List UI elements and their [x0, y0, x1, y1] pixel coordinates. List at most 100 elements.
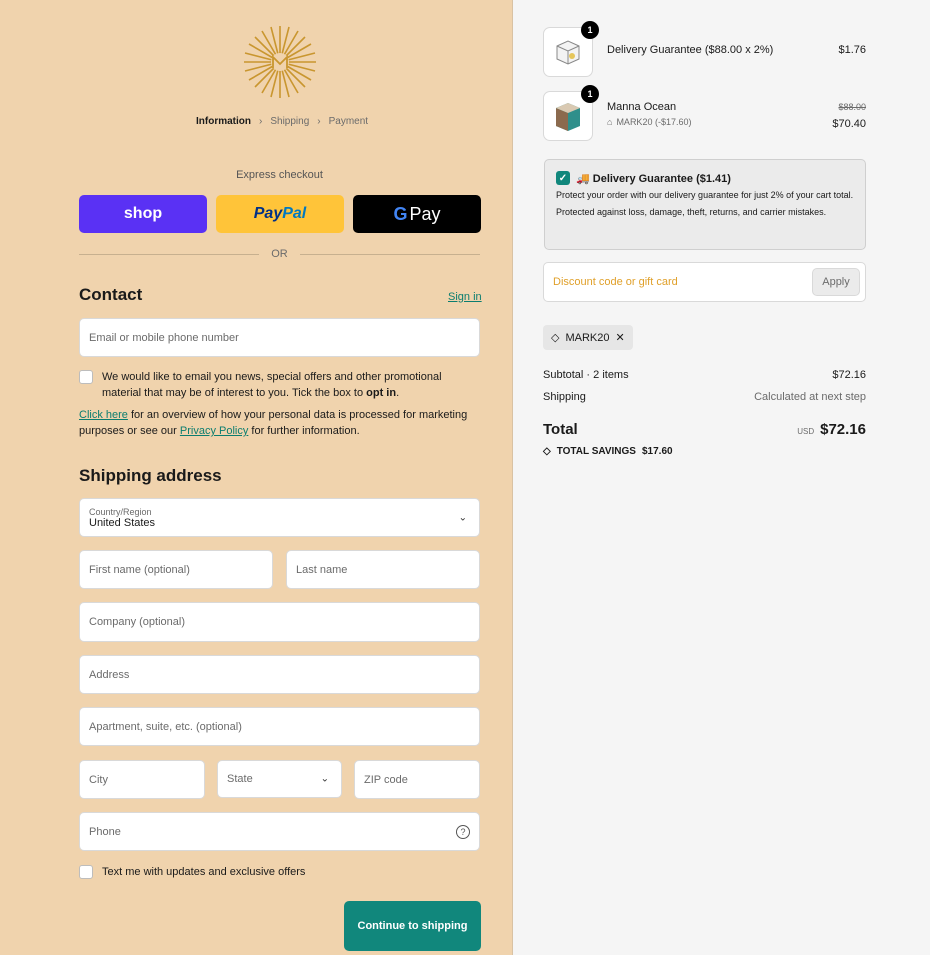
applied-code: MARK20 — [565, 331, 610, 344]
breadcrumb: Information › Shipping › Payment — [196, 116, 368, 127]
click-here-link[interactable]: Click here — [79, 409, 128, 421]
shipping-label: Shipping — [543, 391, 586, 403]
paypal-pay-label: Pay — [253, 205, 283, 222]
apartment-placeholder: Apartment, suite, etc. (optional) — [89, 720, 242, 733]
delivery-guarantee-box[interactable]: ✓ 🚚 Delivery Guarantee ($1.41) Protect y… — [544, 159, 866, 250]
paypal-pal-label: Pal — [282, 205, 307, 222]
country-value: United States — [89, 516, 156, 529]
divider-line — [299, 253, 480, 255]
item-name: Delivery Guarantee ($88.00 x 2%) — [607, 44, 774, 56]
shipping-address-title: Shipping address — [79, 466, 222, 485]
item-discount: ⌂ MARK20 (-$17.60) — [607, 117, 691, 127]
last-name-placeholder: Last name — [296, 563, 348, 576]
item-discount-text: MARK20 (-$17.60) — [616, 117, 692, 127]
state-placeholder: State — [227, 773, 253, 785]
email-placeholder: Email or mobile phone number — [89, 331, 239, 344]
product-box-icon — [556, 103, 580, 131]
package-icon — [556, 40, 580, 65]
product-thumbnail: 1 — [543, 21, 599, 77]
help-icon[interactable]: ? — [456, 824, 470, 839]
tag-icon: ◇ — [543, 446, 551, 457]
phone-field[interactable]: Phone ? — [79, 812, 480, 851]
chevron-right-icon: › — [317, 116, 321, 127]
contact-title: Contact — [79, 285, 143, 304]
subtotal-row: Subtotal · 2 items $72.16 — [543, 369, 866, 381]
close-icon[interactable]: ✕ — [616, 331, 625, 344]
country-select[interactable]: Country/Region United States ⌄ — [79, 498, 480, 537]
city-placeholder: City — [89, 773, 108, 786]
brand-logo — [244, 26, 316, 98]
chevron-down-icon: ⌄ — [320, 773, 329, 785]
continue-label: Continue to shipping — [357, 920, 468, 932]
item-price: $1.76 — [838, 44, 866, 56]
checkout-form-panel: Information › Shipping › Payment Express… — [0, 0, 513, 955]
breadcrumb-shipping: Shipping — [270, 116, 310, 127]
address-placeholder: Address — [89, 668, 130, 681]
phone-placeholder: Phone — [89, 825, 121, 838]
total-savings: ◇ TOTAL SAVINGS $17.60 — [543, 446, 673, 457]
city-field[interactable]: City — [79, 760, 205, 799]
total-value: $72.16 — [820, 421, 866, 438]
zip-field[interactable]: ZIP code — [354, 760, 480, 799]
quantity-badge: 1 — [581, 85, 599, 103]
subtotal-label: Subtotal · 2 items — [543, 369, 629, 381]
chevron-right-icon: › — [259, 116, 263, 127]
delivery-guarantee-text: Protect your order with our delivery gua… — [556, 190, 854, 217]
tag-icon: ⌂ — [607, 117, 613, 127]
apply-button[interactable]: Apply — [812, 268, 860, 296]
applied-code-chip: ◇ MARK20 ✕ — [543, 325, 633, 350]
breadcrumb-information[interactable]: Information — [196, 116, 251, 127]
total-row: Total USD $72.16 — [543, 421, 866, 439]
discount-code-field[interactable]: Discount code or gift card Apply — [543, 262, 866, 302]
chevron-down-icon: ⌄ — [458, 512, 467, 523]
total-amount: USD $72.16 — [797, 421, 866, 439]
privacy-info-text: Click here for an overview of how your p… — [79, 409, 468, 437]
google-pay-label: Pay — [409, 203, 441, 224]
company-placeholder: Company (optional) — [89, 616, 185, 628]
sign-in-link[interactable]: Sign in — [448, 291, 482, 303]
order-summary-panel — [513, 0, 930, 955]
or-divider: OR — [79, 248, 480, 260]
total-label: Total — [543, 421, 578, 438]
company-field[interactable]: Company (optional) — [79, 602, 480, 642]
item-original-price: $88.00 — [838, 102, 866, 112]
first-name-field[interactable]: First name (optional) — [79, 550, 273, 589]
country-label: Country/Region — [89, 506, 152, 517]
cart-item: 1 Delivery Guarantee ($88.00 x 2%) $1.76 — [543, 21, 866, 77]
first-name-placeholder: First name (optional) — [89, 563, 190, 576]
paypal-button[interactable]: Pay Pal — [216, 195, 344, 233]
cart-item: 1 Manna Ocean ⌂ MARK20 (-$17.60) $88.00 … — [543, 85, 866, 141]
apartment-field[interactable]: Apartment, suite, etc. (optional) — [79, 707, 480, 746]
state-select[interactable]: State ⌄ — [217, 760, 342, 798]
marketing-checkbox[interactable] — [79, 370, 93, 384]
sms-optin-row: Text me with updates and exclusive offer… — [79, 864, 305, 880]
email-field[interactable]: Email or mobile phone number — [79, 318, 480, 357]
check-icon[interactable]: ✓ — [556, 171, 570, 185]
sms-text: Text me with updates and exclusive offer… — [102, 866, 306, 878]
shop-pay-label: shop — [123, 205, 163, 222]
discount-placeholder: Discount code or gift card — [553, 276, 678, 288]
sms-checkbox[interactable] — [79, 865, 93, 879]
marketing-text: We would like to email you news, special… — [102, 371, 442, 399]
privacy-policy-link[interactable]: Privacy Policy — [180, 425, 248, 437]
item-price: $70.40 — [832, 118, 866, 130]
quantity-badge: 1 — [581, 21, 599, 39]
last-name-field[interactable]: Last name — [286, 550, 480, 589]
subtotal-value: $72.16 — [832, 369, 866, 381]
product-thumbnail: 1 — [543, 85, 599, 141]
address-field[interactable]: Address — [79, 655, 480, 694]
express-checkout-label: Express checkout — [236, 169, 323, 181]
continue-to-shipping-button[interactable]: Continue to shipping — [344, 901, 481, 951]
delivery-guarantee-title: 🚚 Delivery Guarantee ($1.41) — [576, 172, 731, 185]
savings-value: $17.60 — [641, 446, 673, 457]
delivery-guarantee-head: ✓ 🚚 Delivery Guarantee ($1.41) — [556, 171, 854, 185]
currency-code: USD — [797, 427, 815, 436]
shop-pay-button[interactable]: shop — [79, 195, 207, 233]
marketing-optin-row: We would like to email you news, special… — [79, 369, 459, 401]
divider-line — [79, 253, 260, 255]
shipping-value: Calculated at next step — [754, 391, 866, 403]
or-label: OR — [271, 248, 288, 260]
google-icon: G — [393, 203, 408, 224]
google-pay-button[interactable]: G Pay — [353, 195, 481, 233]
savings-label: TOTAL SAVINGS — [556, 446, 636, 457]
